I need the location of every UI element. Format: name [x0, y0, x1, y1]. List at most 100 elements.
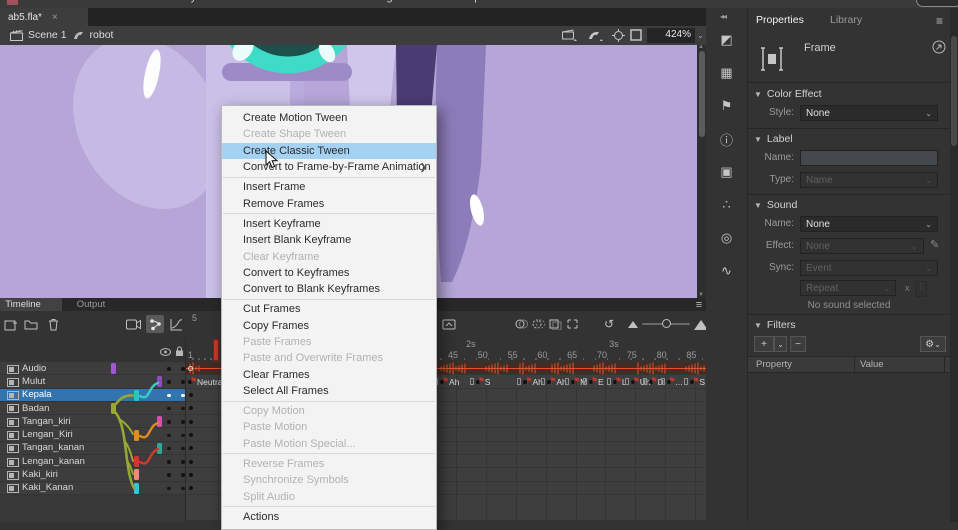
history-panel-icon[interactable]: ∿: [717, 261, 737, 281]
edit-scene-button[interactable]: [562, 29, 577, 44]
filter-options-gear-button[interactable]: ⚙ ⌄: [920, 336, 946, 352]
onion-skin-button[interactable]: [512, 315, 530, 333]
context-menu-item-convert-to-blank-keyframes[interactable]: Convert to Blank Keyframes: [222, 281, 436, 297]
edit-symbols-button[interactable]: [588, 29, 603, 44]
playhead[interactable]: [213, 339, 219, 361]
menu-control[interactable]: Control: [312, 0, 347, 3]
frame-end-marker[interactable]: [607, 378, 611, 385]
properties-scrollbar[interactable]: [950, 8, 958, 522]
menu-file[interactable]: File: [24, 0, 42, 3]
edit-multiple-frames-button[interactable]: [546, 315, 564, 333]
menu-insert[interactable]: Insert: [123, 0, 151, 3]
lock-icon[interactable]: [175, 346, 184, 357]
menu-help[interactable]: Help: [458, 0, 481, 3]
help-icon[interactable]: [932, 40, 946, 54]
scrollbar-thumb[interactable]: [699, 51, 705, 137]
menu-debug[interactable]: Debug: [360, 0, 392, 3]
context-menu-item-actions[interactable]: Actions: [222, 509, 436, 525]
frame-end-marker[interactable]: [684, 378, 688, 385]
scrollbar-thumb[interactable]: [951, 36, 957, 146]
collapse-dock-icon[interactable]: ◂◂: [720, 12, 726, 21]
insert-marker-button[interactable]: [440, 315, 458, 333]
new-layer-button[interactable]: [2, 315, 20, 333]
context-menu-item-select-all-frames[interactable]: Select All Frames: [222, 383, 436, 399]
context-menu-item-convert-to-keyframes[interactable]: Convert to Keyframes: [222, 265, 436, 281]
context-menu-item-clear-frames[interactable]: Clear Frames: [222, 366, 436, 382]
label-name-input[interactable]: [800, 150, 938, 166]
menu-commands[interactable]: Commands: [242, 0, 298, 3]
context-menu-item-convert-to-frame-by-frame-animation[interactable]: Convert to Frame-by-Frame Animation❯: [222, 159, 436, 175]
keyframe-dot[interactable]: [189, 433, 193, 437]
scroll-up-icon[interactable]: ▲: [698, 44, 704, 50]
keyframe-dot[interactable]: [189, 486, 193, 490]
delete-layer-button[interactable]: [44, 315, 62, 333]
add-filter-button[interactable]: +: [754, 336, 774, 352]
brush-panel-icon[interactable]: ∴: [717, 195, 737, 215]
modify-markers-button[interactable]: [563, 315, 581, 333]
keyframe-dot[interactable]: [189, 406, 193, 410]
cc-libraries-panel-icon[interactable]: ◎: [717, 228, 737, 248]
workspace-switcher[interactable]: Essentials: [856, 0, 906, 3]
context-menu-item-create-motion-tween[interactable]: Create Motion Tween: [222, 110, 436, 126]
context-menu-item-insert-keyframe[interactable]: Insert Keyframe: [222, 216, 436, 232]
search-input[interactable]: [916, 0, 958, 7]
edit-sound-pencil-icon[interactable]: ✎: [930, 238, 939, 251]
tab-properties[interactable]: Properties: [756, 14, 804, 26]
transform-panel-icon[interactable]: ▣: [717, 162, 737, 182]
stage-zoom-select[interactable]: 424%: [647, 28, 695, 43]
info-panel-icon[interactable]: ⓘ: [717, 129, 737, 149]
frame-size-slider-knob[interactable]: [662, 319, 671, 328]
context-menu-item-insert-frame[interactable]: Insert Frame: [222, 179, 436, 195]
context-menu-item-remove-frames[interactable]: Remove Frames: [222, 195, 436, 211]
menu-text[interactable]: Text: [209, 0, 229, 3]
frame-end-marker[interactable]: [517, 378, 521, 385]
frame-end-marker[interactable]: [541, 378, 545, 385]
zoom-caret-icon[interactable]: ⌄: [697, 31, 704, 40]
frame-end-marker[interactable]: [470, 378, 474, 385]
section-color-effect[interactable]: ▼Color Effect: [754, 88, 822, 100]
context-menu-item-copy-frames[interactable]: Copy Frames: [222, 318, 436, 334]
context-menu-item-insert-blank-keyframe[interactable]: Insert Blank Keyframe: [222, 232, 436, 248]
menu-view[interactable]: View: [87, 0, 111, 3]
sound-name-dropdown[interactable]: None⌄: [800, 216, 938, 232]
section-sound[interactable]: ▼Sound: [754, 199, 797, 211]
visibility-eye-icon[interactable]: [160, 348, 171, 356]
menu-window[interactable]: Window: [406, 0, 445, 3]
new-folder-button[interactable]: [22, 315, 40, 333]
stage-vertical-scrollbar[interactable]: ▲ ▼: [697, 45, 706, 298]
breadcrumb-scene[interactable]: Scene 1: [28, 29, 67, 41]
properties-panel-menu-icon[interactable]: ≡: [936, 14, 943, 28]
keyframe-dot[interactable]: [189, 446, 193, 450]
tab-output[interactable]: Output: [64, 298, 118, 311]
clip-content-icon[interactable]: [630, 29, 642, 44]
keyframe-dot[interactable]: [189, 460, 193, 464]
frame-end-marker[interactable]: [625, 378, 629, 385]
add-camera-button[interactable]: [124, 315, 142, 333]
frame-end-marker[interactable]: [565, 378, 569, 385]
section-filters[interactable]: ▼Filters: [754, 319, 796, 331]
color-panel-icon[interactable]: ◩: [717, 30, 737, 50]
tab-timeline[interactable]: Timeline: [0, 298, 62, 311]
remove-filter-button[interactable]: −: [790, 336, 806, 352]
context-menu-item-cut-frames[interactable]: Cut Frames: [222, 301, 436, 317]
frame-end-marker[interactable]: [583, 378, 587, 385]
onion-skin-outlines-button[interactable]: [529, 315, 547, 333]
context-menu-item-create-classic-tween[interactable]: Create Classic Tween: [222, 143, 436, 159]
breadcrumb-symbol[interactable]: robot: [90, 29, 114, 41]
frame-end-marker[interactable]: [661, 378, 665, 385]
menu-edit[interactable]: Edit: [55, 0, 74, 3]
tab-library[interactable]: Library: [830, 14, 862, 26]
add-filter-caret[interactable]: ⌄: [774, 336, 787, 352]
timeline-panel-menu-icon[interactable]: ≡: [692, 298, 706, 311]
document-tab[interactable]: ab5.fla* ×: [0, 8, 88, 26]
blank-keyframe-circle[interactable]: [188, 366, 193, 371]
loop-playback-icon[interactable]: ↺: [600, 315, 618, 333]
zoom-frames-out-icon[interactable]: [624, 315, 642, 333]
keyframe-dot[interactable]: [189, 393, 193, 397]
show-parenting-view-button[interactable]: [146, 315, 164, 333]
keyframe-dot[interactable]: [189, 473, 193, 477]
frame-end-marker[interactable]: [643, 378, 647, 385]
swatches-panel-icon[interactable]: ▦: [717, 63, 737, 83]
align-panel-icon[interactable]: ⚑: [717, 96, 737, 116]
keyframe-dot[interactable]: [189, 420, 193, 424]
